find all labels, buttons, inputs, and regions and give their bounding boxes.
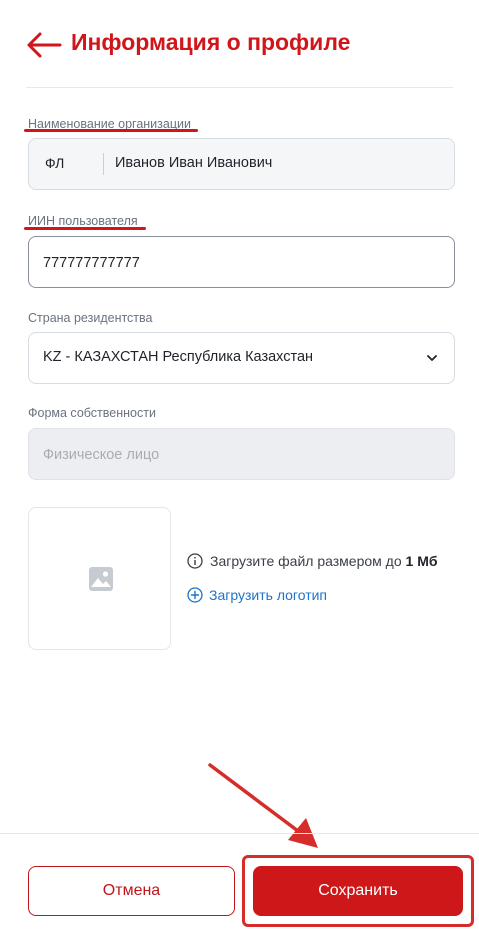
info-icon [187,553,203,569]
ownership-field [28,428,455,480]
country-label: Страна резидентства [28,311,153,325]
iin-label: ИИН пользователя [28,214,138,228]
header: Информация о профиле [0,0,479,88]
logo-preview[interactable] [28,507,171,650]
iin-field[interactable] [28,236,455,288]
plus-circle-icon [187,587,203,603]
arrow-left-icon[interactable] [26,30,62,60]
header-divider [26,87,453,88]
ownership-label: Форма собственности [28,406,156,420]
country-select[interactable]: KZ - КАЗАХСТАН Республика Казахстан [28,332,455,384]
organization-prefix: ФЛ [45,155,65,171]
save-button[interactable]: Сохранить [253,866,463,916]
page-title: Информация о профиле [71,29,351,55]
prefix-divider [103,153,104,175]
annotation-underline [24,227,146,230]
upload-hint-text: Загрузите файл размером до [210,553,402,569]
annotation-arrow-icon [208,763,318,848]
organization-field: ФЛ Иванов Иван Иванович [28,138,455,190]
cancel-button[interactable]: Отмена [28,866,235,916]
upload-logo-label: Загрузить логотип [209,587,328,603]
annotation-underline [24,129,198,132]
ownership-input [43,443,433,467]
image-icon [89,567,113,591]
country-selected-value: KZ - КАЗАХСТАН Республика Казахстан [43,349,314,365]
footer-divider [0,833,479,834]
upload-hint: Загрузите файл размером до 1 Мб [210,553,438,569]
chevron-down-icon [427,355,437,361]
organization-value: Иванов Иван Иванович [115,155,273,171]
upload-hint-size: 1 Мб [405,553,438,569]
iin-input[interactable] [43,251,433,275]
